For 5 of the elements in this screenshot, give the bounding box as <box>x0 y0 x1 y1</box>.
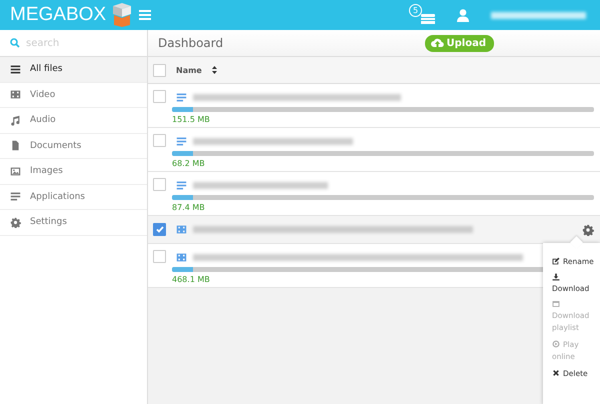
file-size: 151.5 MB <box>172 115 210 124</box>
file-size: 87.4 MB <box>172 203 205 212</box>
file-size: 68.2 MB <box>172 159 205 168</box>
file-size: 468.1 MB <box>172 275 210 284</box>
page-title: Dashboard <box>158 36 224 50</box>
